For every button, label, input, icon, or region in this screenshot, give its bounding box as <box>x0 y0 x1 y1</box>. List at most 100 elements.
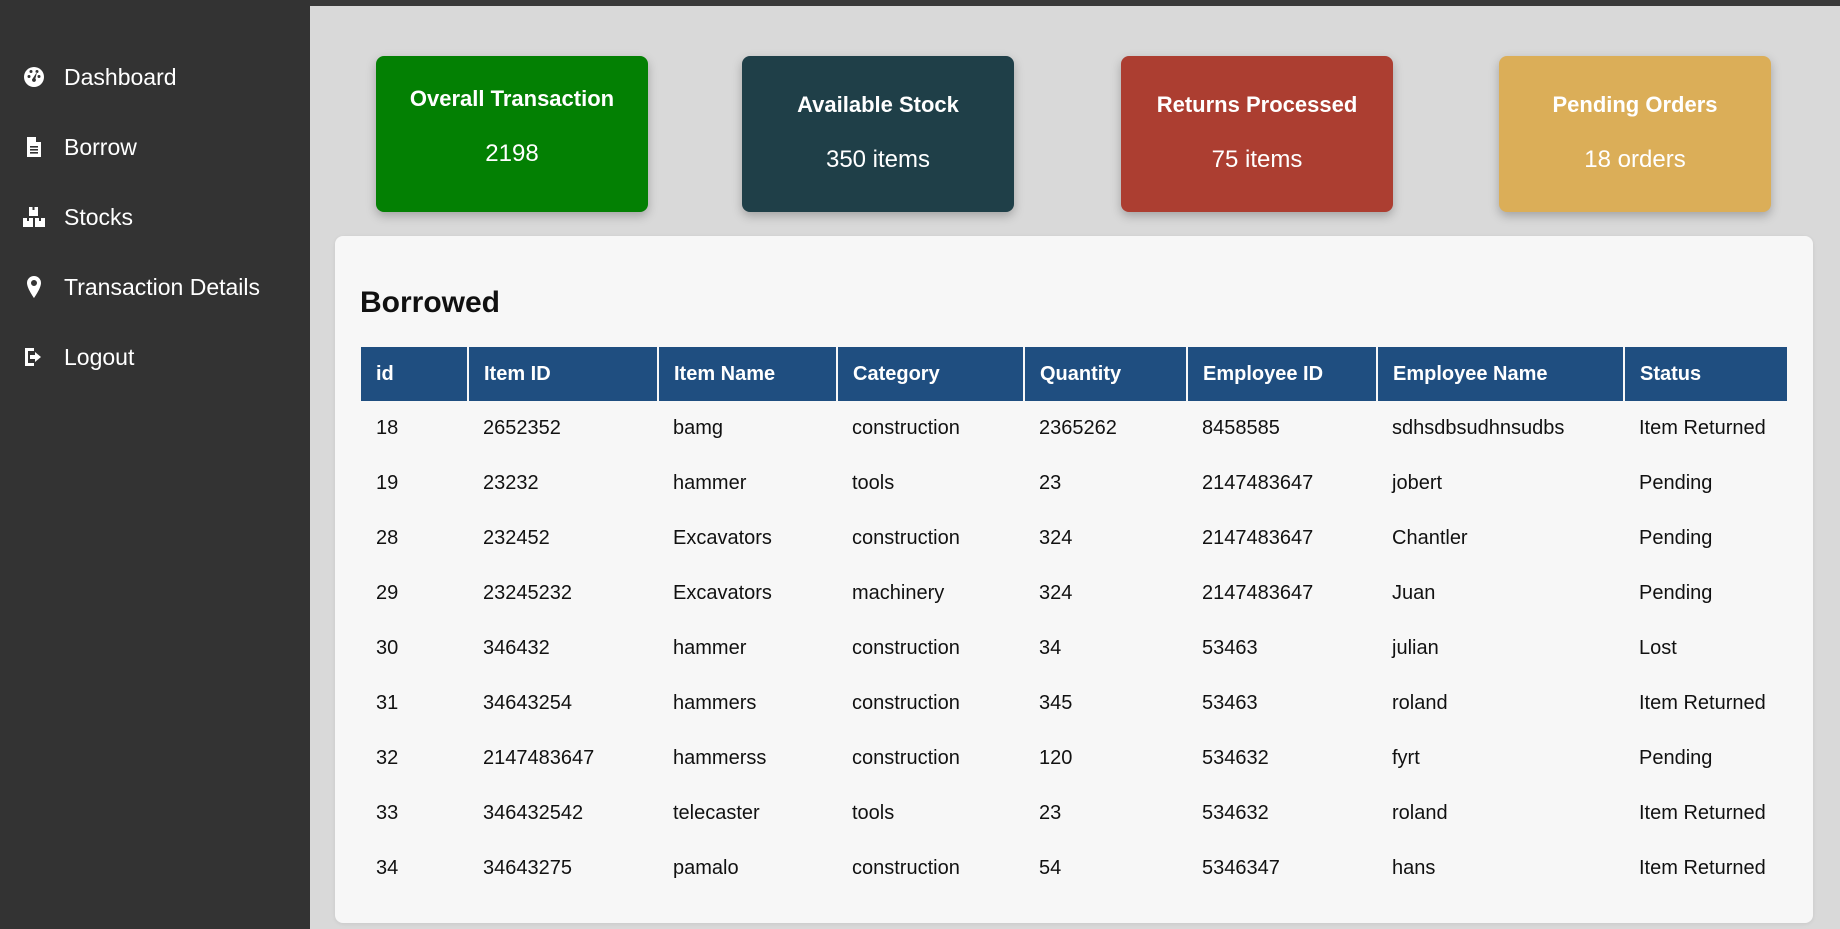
table-cell: 23 <box>1039 802 1062 824</box>
column-header[interactable]: Quantity <box>1024 347 1188 401</box>
card-value: 350 items <box>825 146 931 173</box>
table-row[interactable]: 33 346432542 telecaster tools 23 534632 roland… <box>361 786 1787 841</box>
table-cell: construction <box>852 692 960 714</box>
table-row[interactable]: 34 34643275 pamalo construction 54 5346347 han… <box>361 841 1787 896</box>
table-cell: 23 <box>1039 472 1062 494</box>
table-cell: Item Returned <box>1639 417 1766 439</box>
table-cell: sdhsdbsudhnsudbs <box>1392 417 1565 439</box>
column-header[interactable]: Employee ID <box>1187 347 1378 401</box>
sidebar-item-label: Logout <box>64 343 135 370</box>
column-header[interactable]: Employee Name <box>1377 347 1625 401</box>
main-content: Overall Transaction 2198 Available Stock… <box>310 6 1840 929</box>
sidebar-item-transaction-details[interactable]: Transaction Details <box>0 252 310 322</box>
column-header[interactable]: Item ID <box>468 347 659 401</box>
table-cell: construction <box>852 637 960 659</box>
table-cell: 324 <box>1039 582 1073 604</box>
table-cell: 2652352 <box>483 417 561 439</box>
table-cell: 18 <box>376 417 399 439</box>
table-cell: 19 <box>376 472 399 494</box>
table-row[interactable]: 18 2652352 bamg construction 2365262 8458585 s… <box>361 401 1787 456</box>
table-cell: 2147483647 <box>1202 582 1314 604</box>
boxes-icon <box>20 203 48 231</box>
table-cell: 33 <box>376 802 399 824</box>
table-cell: 2365262 <box>1039 417 1117 439</box>
sidebar-item-stocks[interactable]: Stocks <box>0 182 310 252</box>
table-cell: jobert <box>1392 472 1443 494</box>
location-pin-icon <box>20 273 48 301</box>
table-cell: 53463 <box>1202 692 1258 714</box>
table-cell: 8458585 <box>1202 417 1280 439</box>
table-cell: 120 <box>1039 747 1073 769</box>
card-value: 2198 <box>485 140 539 167</box>
returns-processed-card: Returns Processed 75 items <box>1121 56 1393 212</box>
table-cell: 29 <box>376 582 399 604</box>
table-cell: tools <box>852 472 895 494</box>
table-cell: 34 <box>376 857 399 879</box>
table-cell: Pending <box>1639 472 1713 494</box>
table-cell: hammerss <box>673 747 767 769</box>
sidebar-item-logout[interactable]: Logout <box>0 322 310 392</box>
table-header-row: id Item ID Item Name Category Quantity E… <box>361 347 1787 401</box>
table-cell: Lost <box>1639 637 1677 659</box>
pending-orders-card: Pending Orders 18 orders <box>1499 56 1771 212</box>
column-header[interactable]: Item Name <box>658 347 838 401</box>
table-row[interactable]: 29 23245232 Excavators machinery 324 21474836… <box>361 566 1787 621</box>
table-cell: 23232 <box>483 472 539 494</box>
available-stock-card: Available Stock 350 items <box>742 56 1014 212</box>
summary-cards: Overall Transaction 2198 Available Stock… <box>310 6 1840 236</box>
table-cell: tools <box>852 802 895 824</box>
table-cell: 34 <box>1039 637 1062 659</box>
table-cell: 53463 <box>1202 637 1258 659</box>
table-cell: Pending <box>1639 747 1713 769</box>
table-cell: roland <box>1392 692 1448 714</box>
dashboard-icon <box>20 63 48 91</box>
table-cell: telecaster <box>673 802 760 824</box>
table-cell: 5346347 <box>1202 857 1280 879</box>
card-title: Available Stock <box>797 92 959 117</box>
table-cell: julian <box>1392 637 1439 659</box>
card-value: 75 items <box>1211 146 1303 173</box>
table-cell: 2147483647 <box>483 747 595 769</box>
sidebar-item-label: Transaction Details <box>64 273 261 300</box>
table-cell: 34643254 <box>483 692 572 714</box>
sidebar-item-borrow[interactable]: Borrow <box>0 112 310 182</box>
table-cell: 232452 <box>483 527 550 549</box>
table-cell: bamg <box>673 417 724 439</box>
column-header[interactable]: id <box>361 347 469 401</box>
table-cell: 346432 <box>483 637 550 659</box>
table-cell: 534632 <box>1202 802 1269 824</box>
table-cell: 345 <box>1039 692 1073 714</box>
table-cell: 346432542 <box>483 802 584 824</box>
table-cell: Item Returned <box>1639 802 1766 824</box>
document-icon <box>20 133 48 161</box>
column-header[interactable]: Category <box>837 347 1025 401</box>
table-cell: Chantler <box>1392 527 1468 549</box>
table-row[interactable]: 28 232452 Excavators construction 324 2147483… <box>361 511 1787 566</box>
table-cell: 534632 <box>1202 747 1269 769</box>
overall-transaction-card: Overall Transaction 2198 <box>376 56 648 212</box>
table-row[interactable]: 32 2147483647 hammerss construction 120 53463… <box>361 731 1787 786</box>
table-cell: 31 <box>376 692 399 714</box>
table-row[interactable]: 19 23232 hammer tools 23 2147483647 jobert Pend… <box>361 456 1787 511</box>
table-cell: Item Returned <box>1639 857 1766 879</box>
sidebar-item-label: Dashboard <box>64 63 177 90</box>
sidebar-item-dashboard[interactable]: Dashboard <box>0 42 310 112</box>
table-cell: 2147483647 <box>1202 472 1314 494</box>
table-cell: construction <box>852 747 960 769</box>
column-header[interactable]: Status <box>1624 347 1787 401</box>
sidebar: Dashboard Borrow Stocks Transaction Deta… <box>0 0 310 929</box>
table-cell: Juan <box>1392 582 1436 604</box>
table-cell: 28 <box>376 527 399 549</box>
table-row[interactable]: 31 34643254 hammers construction 345 53463 rol… <box>361 676 1787 731</box>
table-cell: fyrt <box>1392 747 1420 769</box>
table-row[interactable]: 30 346432 hammer construction 34 53463 julian L… <box>361 621 1787 676</box>
table-cell: hammer <box>673 637 747 659</box>
borrowed-table: id Item ID Item Name Category Quantity E… <box>361 347 1787 896</box>
table-cell: 30 <box>376 637 399 659</box>
card-title: Overall Transaction <box>409 86 615 111</box>
table-cell: 54 <box>1039 857 1062 879</box>
table-cell: Pending <box>1639 527 1713 549</box>
table-cell: Pending <box>1639 582 1713 604</box>
card-value: 18 orders <box>1584 146 1686 173</box>
borrowed-panel: Borrowed id Item ID Item Name Category Q… <box>335 236 1813 923</box>
